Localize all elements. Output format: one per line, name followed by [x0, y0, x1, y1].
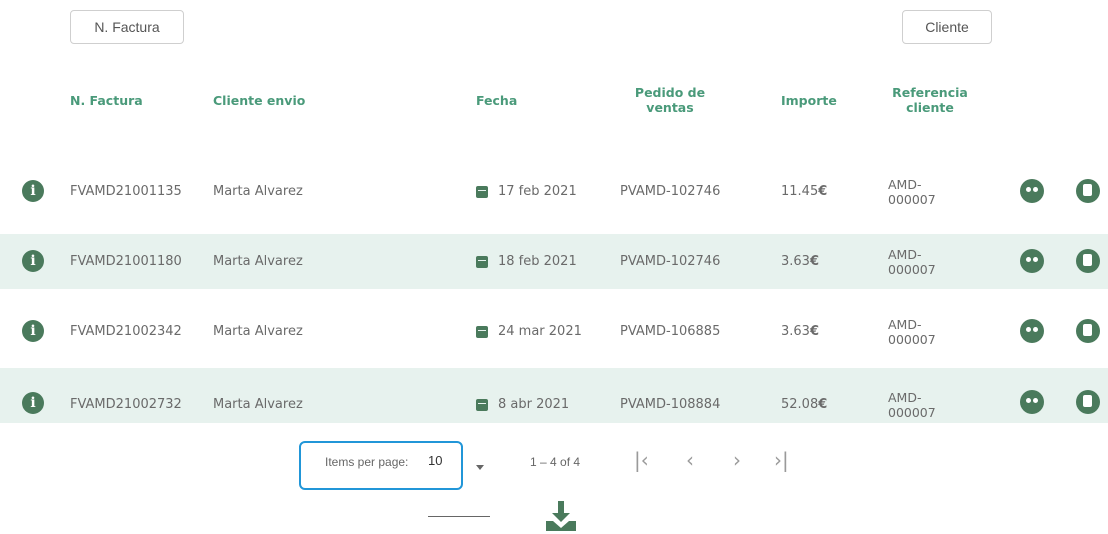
divider — [428, 516, 490, 517]
invoice-filter-button[interactable]: N. Factura — [70, 10, 184, 44]
customer-icon[interactable] — [1020, 319, 1044, 343]
chevron-down-icon[interactable] — [476, 465, 484, 470]
header-invoice[interactable]: N. Factura — [70, 80, 143, 120]
currency-symbol: € — [809, 254, 819, 269]
table-row: i FVAMD21002342 Marta Alvarez 24 mar 202… — [0, 304, 1108, 359]
currency-symbol: € — [818, 184, 828, 199]
reference-cell: AMD- 000007 — [888, 377, 936, 432]
invoice-number: FVAMD21002342 — [70, 324, 182, 339]
invoice-number: FVAMD21001135 — [70, 184, 182, 199]
calendar-icon — [476, 398, 488, 411]
info-icon[interactable]: i — [22, 320, 44, 342]
currency-symbol: € — [809, 324, 819, 339]
pdf-icon[interactable] — [1076, 179, 1100, 203]
header-date[interactable]: Fecha — [476, 80, 517, 120]
calendar-icon — [476, 185, 488, 198]
header-amount[interactable]: Importe — [781, 80, 837, 120]
order-number: PVAMD-106885 — [620, 324, 721, 339]
client-filter-button[interactable]: Cliente — [902, 10, 992, 44]
date-value: 18 feb 2021 — [498, 254, 577, 269]
info-icon[interactable]: i — [22, 392, 44, 414]
page-range-label: 1 – 4 of 4 — [530, 455, 581, 469]
client-name: Marta Alvarez — [213, 397, 303, 412]
date-cell: 24 mar 2021 — [476, 304, 582, 359]
order-number: PVAMD-108884 — [620, 397, 721, 412]
order-number: PVAMD-102746 — [620, 184, 721, 199]
ref-line1: AMD- — [888, 176, 922, 192]
pdf-icon[interactable] — [1076, 390, 1100, 414]
reference-cell: AMD- 000007 — [888, 234, 936, 289]
ref-line1: AMD- — [888, 316, 922, 332]
amount-value: 11.45 — [781, 184, 819, 199]
calendar-icon — [476, 325, 488, 338]
client-name: Marta Alvarez — [213, 184, 303, 199]
ref-line1: AMD- — [888, 389, 922, 405]
ref-line2: 000007 — [888, 404, 936, 420]
pdf-icon[interactable] — [1076, 319, 1100, 343]
download-icon[interactable] — [543, 497, 579, 533]
header-ref-line1: Referencia — [892, 85, 968, 100]
date-value: 24 mar 2021 — [498, 324, 582, 339]
client-name: Marta Alvarez — [213, 324, 303, 339]
header-client[interactable]: Cliente envio — [213, 80, 305, 120]
amount-cell: 3.63 € — [781, 304, 819, 359]
header-order[interactable]: Pedido de ventas — [620, 80, 720, 120]
header-order-line2: ventas — [646, 100, 694, 115]
date-value: 17 feb 2021 — [498, 184, 577, 199]
invoice-number: FVAMD21001180 — [70, 254, 182, 269]
date-cell: 8 abr 2021 — [476, 377, 569, 432]
header-ref-line2: cliente — [906, 100, 954, 115]
amount-value: 3.63 — [781, 324, 810, 339]
table-row: i FVAMD21001135 Marta Alvarez 17 feb 202… — [0, 164, 1108, 219]
date-cell: 18 feb 2021 — [476, 234, 577, 289]
order-number: PVAMD-102746 — [620, 254, 721, 269]
date-cell: 17 feb 2021 — [476, 164, 577, 219]
next-page-icon[interactable]: › — [733, 448, 741, 472]
items-per-page-label: Items per page: — [325, 455, 409, 469]
customer-icon[interactable] — [1020, 179, 1044, 203]
info-icon[interactable]: i — [22, 250, 44, 272]
invoice-number: FVAMD21002732 — [70, 397, 182, 412]
last-page-icon[interactable]: ›| — [774, 448, 789, 472]
reference-cell: AMD- 000007 — [888, 304, 936, 359]
customer-icon[interactable] — [1020, 390, 1044, 414]
reference-cell: AMD- 000007 — [888, 164, 936, 219]
info-icon[interactable]: i — [22, 180, 44, 202]
header-reference[interactable]: Referencia cliente — [880, 80, 980, 120]
table-row: i FVAMD21001180 Marta Alvarez 18 feb 202… — [0, 234, 1108, 289]
previous-page-icon[interactable]: ‹ — [686, 448, 694, 472]
ref-line2: 000007 — [888, 261, 936, 277]
pdf-icon[interactable] — [1076, 249, 1100, 273]
client-name: Marta Alvarez — [213, 254, 303, 269]
amount-value: 3.63 — [781, 254, 810, 269]
amount-cell: 3.63 € — [781, 234, 819, 289]
ref-line2: 000007 — [888, 331, 936, 347]
ref-line1: AMD- — [888, 246, 922, 262]
amount-cell: 11.45 € — [781, 164, 827, 219]
date-value: 8 abr 2021 — [498, 397, 570, 412]
ref-line2: 000007 — [888, 191, 936, 207]
amount-value: 52.08 — [781, 397, 819, 412]
calendar-icon — [476, 255, 488, 268]
header-order-line1: Pedido de — [634, 85, 706, 100]
table-row: i FVAMD21002732 Marta Alvarez 8 abr 2021… — [0, 368, 1108, 423]
amount-cell: 52.08 € — [781, 377, 827, 432]
first-page-icon[interactable]: |‹ — [634, 448, 649, 472]
customer-icon[interactable] — [1020, 249, 1044, 273]
currency-symbol: € — [818, 397, 828, 412]
items-per-page-value[interactable]: 10 — [428, 453, 442, 468]
